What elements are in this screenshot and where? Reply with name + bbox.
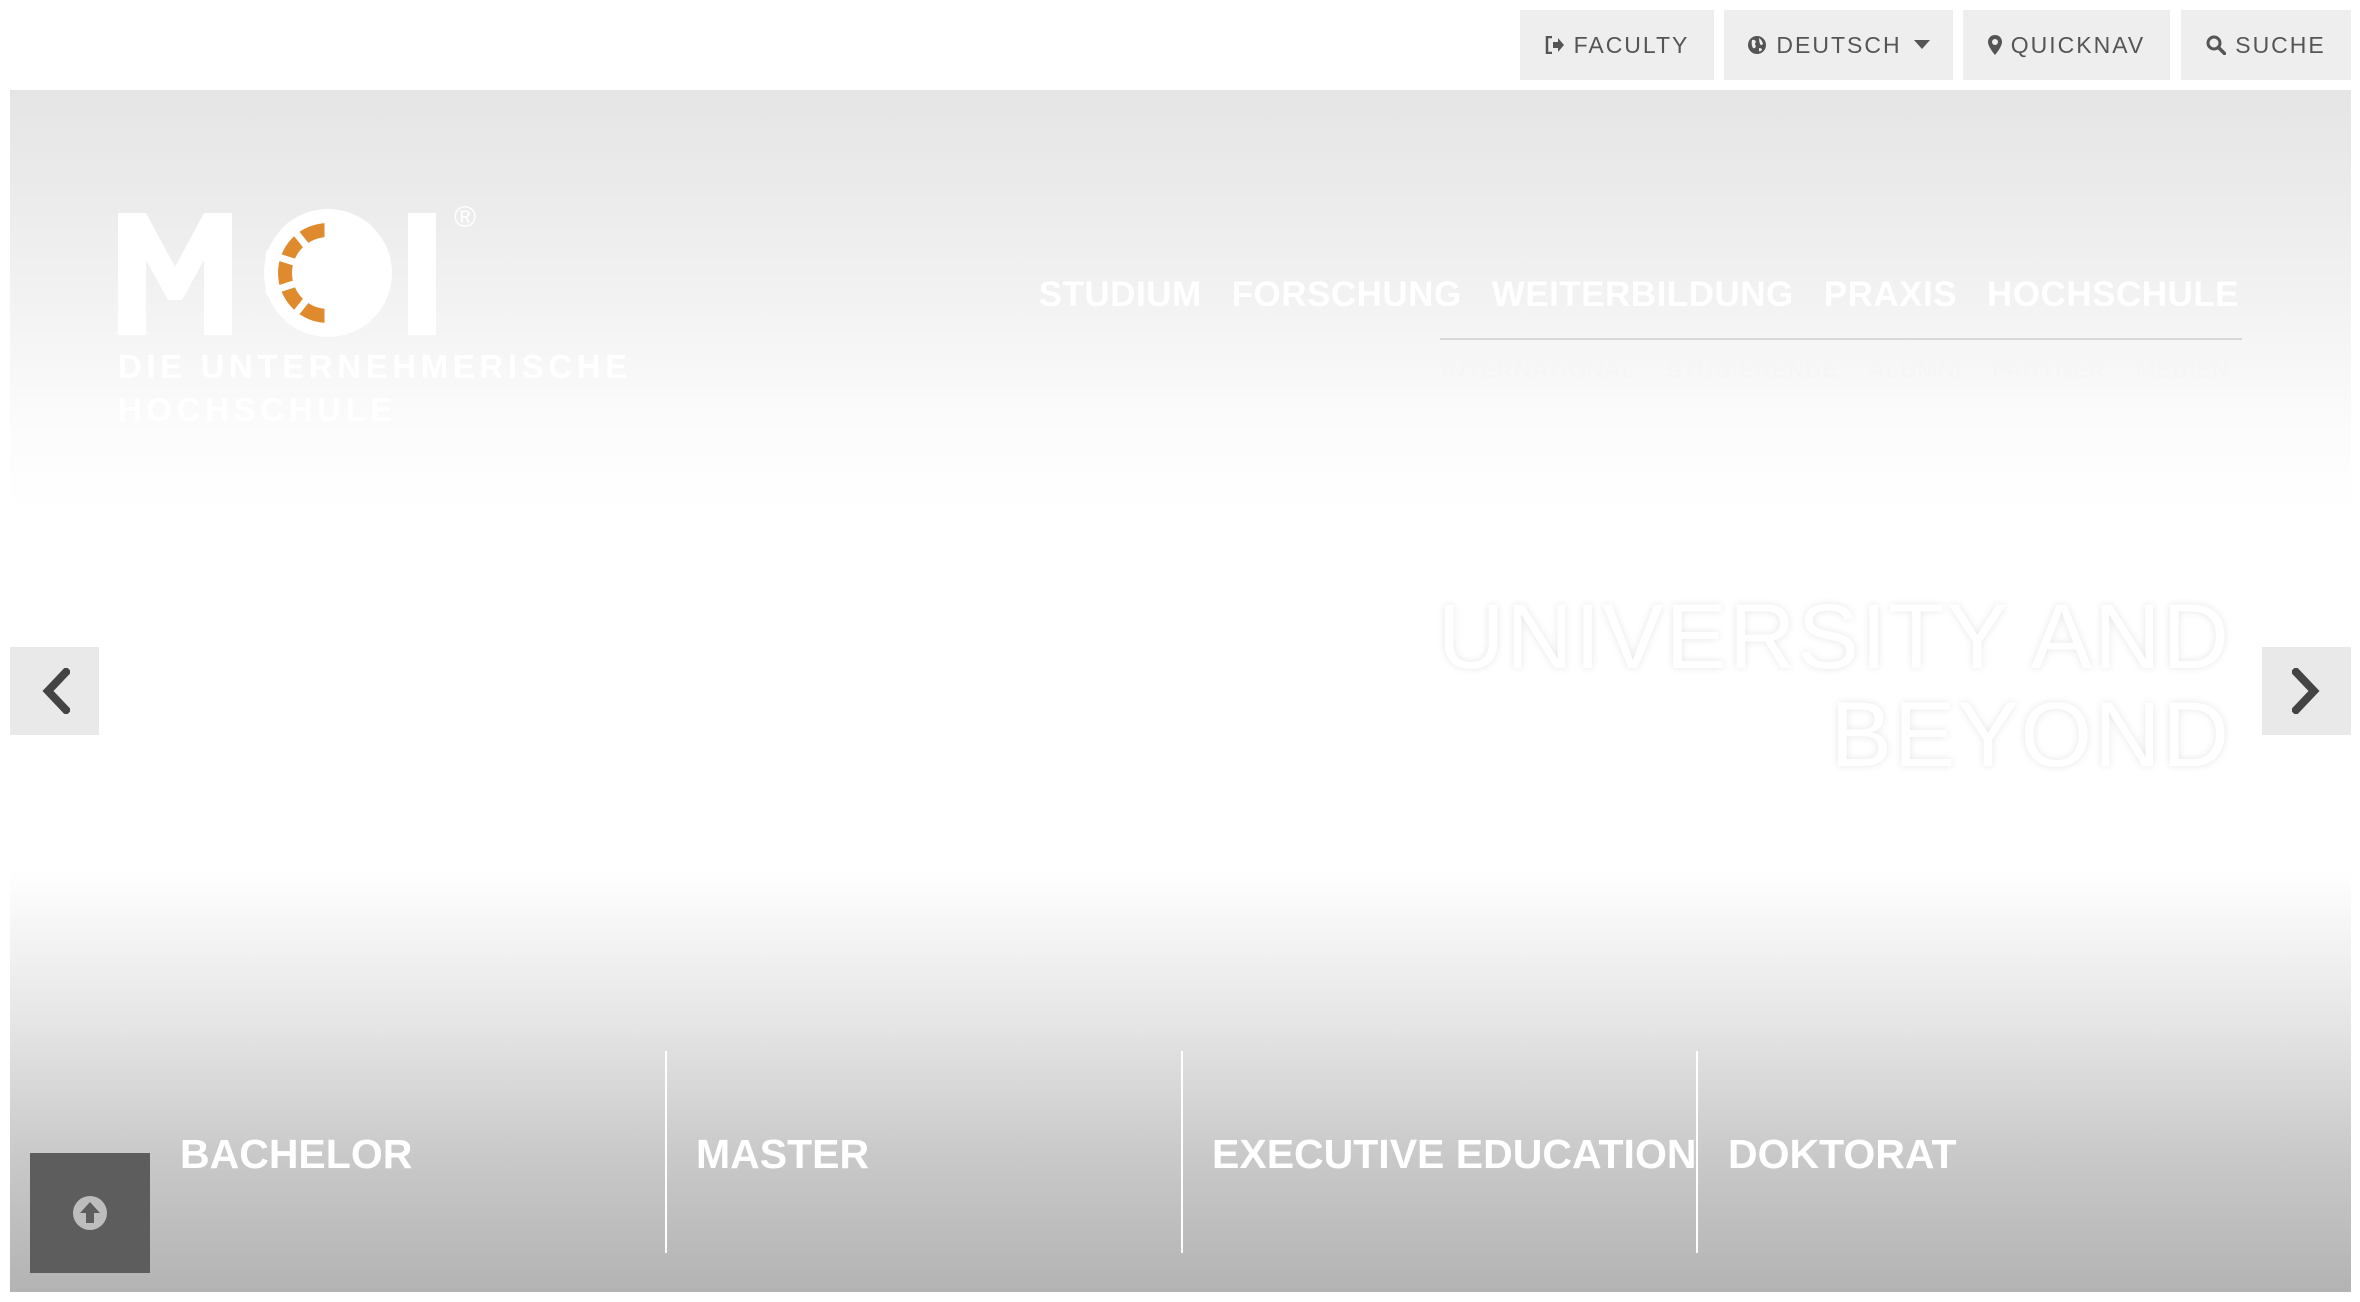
language-dropdown[interactable]: DEUTSCH: [1724, 10, 1953, 80]
slider-prev-button[interactable]: [10, 647, 99, 735]
program-master[interactable]: MASTER: [696, 1051, 869, 1253]
arrow-circle-up-icon: [73, 1196, 107, 1230]
slider-next-button[interactable]: [2262, 647, 2351, 735]
faculty-button[interactable]: FACULTY: [1520, 10, 1714, 80]
tagline-line-2: HOCHSCHULE: [118, 391, 397, 428]
logo-tagline: DIE UNTERNEHMERISCHE HOCHSCHULE: [118, 345, 632, 431]
nav-item-forschung[interactable]: FORSCHUNG: [1232, 275, 1462, 315]
subnav-item-alumni[interactable]: ALUMNI: [1868, 357, 1961, 385]
program-executive-education[interactable]: EXECUTIVE EDUCATION: [1212, 1051, 1696, 1253]
subnav-item-partner[interactable]: PARTNER: [1991, 357, 2105, 385]
hero-headline: UNIVERSITY AND BEYOND: [1231, 588, 2231, 784]
search-label: SUCHE: [2235, 31, 2326, 58]
program-doktorat-label: DOKTORAT: [1728, 1130, 1957, 1177]
program-master-label: MASTER: [696, 1130, 870, 1177]
mci-wordmark-graphic: [118, 209, 436, 337]
caret-down-icon: [1913, 40, 1930, 49]
search-button[interactable]: SUCHE: [2181, 10, 2351, 80]
top-utility-bar: FACULTY DEUTSCH QUICKNAV SUCHE: [0, 0, 2360, 88]
sign-in-icon: [1545, 36, 1564, 54]
registered-mark: ®: [454, 201, 477, 234]
program-divider: [1696, 1051, 1698, 1253]
program-divider: [1181, 1051, 1183, 1253]
chevron-left-icon: [41, 668, 70, 714]
quicknav-label: QUICKNAV: [2010, 31, 2146, 58]
subnav-item-medien[interactable]: MEDIEN: [2136, 357, 2229, 385]
nav-item-praxis[interactable]: PRAXIS: [1824, 275, 1957, 315]
headline-line-1: UNIVERSITY AND: [1437, 586, 2231, 688]
map-marker-icon: [1987, 35, 2002, 55]
hero-slider: ® DIE UNTERNEHMERISCHE HOCHSCHULE STUDIU…: [10, 90, 2351, 1292]
secondary-navigation: INTERNATIONAL STUDIERENDE ALUMNI PARTNER…: [1442, 357, 2229, 385]
nav-item-hochschule[interactable]: HOCHSCHULE: [1987, 275, 2239, 315]
program-doktorat[interactable]: DOKTORAT: [1728, 1051, 1957, 1253]
faculty-label: FACULTY: [1573, 31, 1690, 58]
program-bachelor[interactable]: BACHELOR: [180, 1051, 412, 1253]
search-icon: [2206, 35, 2227, 55]
nav-item-weiterbildung[interactable]: WEITERBILDUNG: [1492, 275, 1794, 315]
program-divider: [665, 1051, 667, 1253]
quicknav-button[interactable]: QUICKNAV: [1963, 10, 2170, 80]
nav-item-studium[interactable]: STUDIUM: [1039, 275, 1202, 315]
chevron-right-icon: [2291, 668, 2320, 714]
subnav-item-studierende[interactable]: STUDIERENDE: [1666, 357, 1838, 385]
main-navigation: STUDIUM FORSCHUNG WEITERBILDUNG PRAXIS H…: [1039, 275, 2239, 315]
program-links: BACHELOR MASTER EXECUTIVE EDUCATION DOKT…: [10, 1051, 2351, 1253]
back-to-top-button[interactable]: [30, 1153, 150, 1273]
language-label: DEUTSCH: [1776, 31, 1902, 58]
program-executive-education-label: EXECUTIVE EDUCATION: [1212, 1130, 1697, 1177]
program-bachelor-label: BACHELOR: [180, 1130, 413, 1177]
mci-logo[interactable]: ® DIE UNTERNEHMERISCHE HOCHSCHULE: [118, 201, 627, 435]
subnav-item-international[interactable]: INTERNATIONAL: [1442, 357, 1636, 385]
nav-divider: [1440, 338, 2242, 340]
globe-icon: [1748, 36, 1767, 54]
headline-line-2: BEYOND: [1830, 684, 2231, 786]
tagline-line-1: DIE UNTERNEHMERISCHE: [118, 348, 632, 385]
